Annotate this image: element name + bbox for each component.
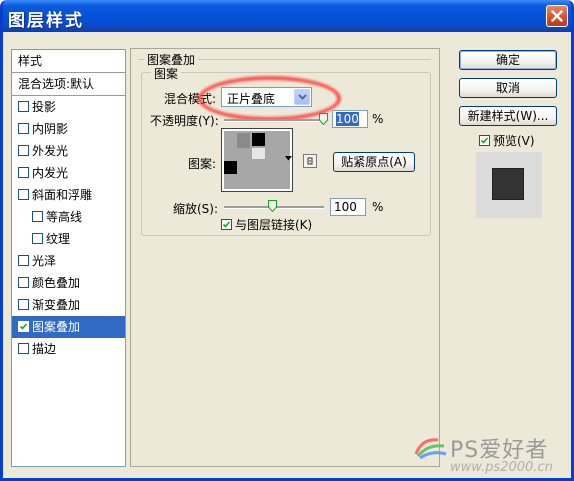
window-title: 图层样式 — [8, 11, 84, 31]
effect-item[interactable]: 颜色叠加 — [12, 272, 125, 294]
checkbox[interactable] — [18, 189, 29, 200]
style-preview — [476, 152, 542, 218]
effect-label: 渐变叠加 — [32, 298, 81, 312]
effect-item[interactable]: 外发光 — [12, 140, 125, 162]
new-style-button[interactable]: 新建样式(W)... — [459, 106, 557, 126]
checkbox[interactable] — [18, 123, 29, 134]
opacity-slider-track[interactable] — [224, 119, 324, 122]
effect-item[interactable]: 内发光 — [12, 162, 125, 184]
effect-label: 光泽 — [32, 254, 57, 268]
effect-label: 描边 — [32, 342, 57, 356]
effect-item[interactable]: 斜面和浮雕 — [12, 184, 125, 206]
checkbox[interactable] — [18, 255, 29, 266]
effect-label: 内发光 — [32, 166, 69, 180]
checkbox[interactable] — [18, 101, 29, 112]
preview-thumbnail — [492, 168, 524, 200]
effect-label: 投影 — [32, 100, 57, 114]
opacity-label: 不透明度(Y): — [150, 114, 219, 128]
checkbox[interactable] — [18, 167, 29, 178]
close-button[interactable] — [546, 5, 568, 27]
new-preset-icon — [307, 157, 313, 165]
close-icon — [551, 10, 563, 22]
effect-item[interactable]: 内阴影 — [12, 118, 125, 140]
effect-item[interactable]: 纹理 — [12, 228, 125, 250]
pattern-picker-arrow-icon[interactable] — [285, 156, 292, 161]
checkbox[interactable] — [32, 211, 43, 222]
effect-label: 图案叠加 — [32, 320, 81, 334]
checkbox[interactable] — [18, 145, 29, 156]
effects-list: 投影内阴影外发光内发光斜面和浮雕等高线纹理光泽颜色叠加渐变叠加图案叠加描边 — [12, 96, 125, 360]
opacity-unit: % — [372, 112, 384, 126]
pattern-light-square — [252, 148, 265, 159]
opacity-slider-thumb[interactable] — [319, 113, 328, 125]
checkbox[interactable] — [18, 321, 29, 332]
pattern-dark-square — [252, 133, 265, 146]
effect-item[interactable]: 等高线 — [12, 206, 125, 228]
group-title: 图案 — [151, 65, 182, 82]
checkbox[interactable] — [479, 135, 490, 146]
checkbox[interactable] — [221, 219, 232, 230]
scale-label: 缩放(S): — [173, 202, 219, 216]
effect-label: 斜面和浮雕 — [32, 188, 93, 202]
opacity-input[interactable]: 100 — [332, 110, 368, 128]
effect-item[interactable]: 描边 — [12, 338, 125, 360]
ok-button[interactable]: 确定 — [459, 50, 557, 70]
blending-options-item[interactable]: 混合选项:默认 — [12, 73, 125, 96]
check-icon — [222, 221, 231, 228]
effect-item[interactable]: 光泽 — [12, 250, 125, 272]
cancel-button[interactable]: 取消 — [459, 78, 557, 98]
title-bar[interactable]: 图层样式 — [3, 0, 571, 32]
pattern-dark-square — [224, 161, 237, 174]
link-with-layer-checkbox[interactable]: 与图层链接(K) — [221, 216, 312, 233]
checkbox[interactable] — [18, 299, 29, 310]
checkbox[interactable] — [32, 233, 43, 244]
effect-item[interactable]: 投影 — [12, 96, 125, 118]
watermark-url: www.ps2000.cn — [450, 460, 553, 475]
effect-item[interactable]: 图案叠加 — [12, 316, 125, 338]
effect-label: 纹理 — [46, 232, 71, 246]
create-preset-button[interactable] — [303, 154, 317, 168]
checkbox[interactable] — [18, 343, 29, 354]
checkbox[interactable] — [18, 277, 29, 288]
effect-label: 外发光 — [32, 144, 69, 158]
pattern-mid-square — [237, 133, 250, 148]
effect-label: 等高线 — [46, 210, 83, 224]
styles-header[interactable]: 样式 — [12, 50, 125, 73]
scale-unit: % — [372, 200, 384, 214]
link-with-layer-label: 与图层链接(K) — [235, 218, 313, 232]
effect-label: 颜色叠加 — [32, 276, 81, 290]
watermark: PS爱好者 www.ps2000.cn — [412, 430, 572, 478]
preview-checkbox[interactable]: 预览(V) — [479, 132, 535, 149]
pattern-label: 图案: — [188, 157, 217, 171]
check-icon — [480, 137, 489, 144]
check-icon — [19, 323, 28, 330]
effect-label: 内阴影 — [32, 122, 69, 136]
scale-slider-thumb[interactable] — [268, 200, 277, 212]
effect-item[interactable]: 渐变叠加 — [12, 294, 125, 316]
preview-label: 预览(V) — [493, 134, 535, 148]
snap-to-origin-button[interactable]: 贴紧原点(A) — [333, 152, 415, 172]
styles-list: 样式 混合选项:默认 投影内阴影外发光内发光斜面和浮雕等高线纹理光泽颜色叠加渐变… — [11, 49, 126, 467]
scale-input[interactable]: 100 — [330, 198, 366, 216]
pattern-swatch[interactable] — [221, 128, 293, 192]
brand-logo-icon — [414, 438, 447, 460]
